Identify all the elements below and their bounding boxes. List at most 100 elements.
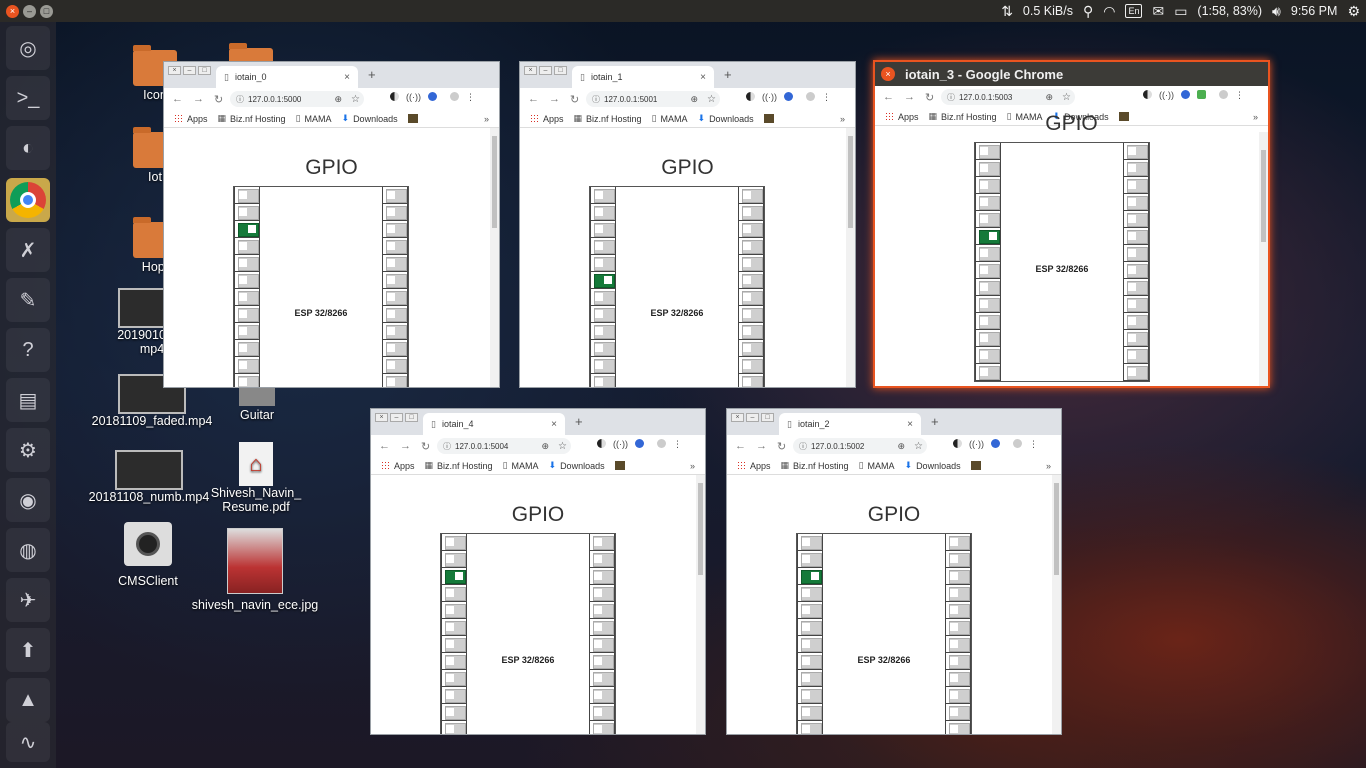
- browser-window[interactable]: × – □ ▯ iotain_4 × + ← → ↻ ⓘ 127.0.0.1:5004 ⊕ ☆ (…: [370, 408, 706, 735]
- gpio-toggle-right-2[interactable]: [383, 221, 407, 238]
- globe-icon[interactable]: [635, 439, 644, 448]
- gpio-toggle-right-2[interactable]: [1124, 177, 1148, 194]
- gpio-toggle-left-10[interactable]: [442, 704, 466, 721]
- minimize-icon[interactable]: –: [390, 413, 403, 422]
- star-icon[interactable]: ☆: [351, 94, 360, 105]
- gpio-toggle-left-8[interactable]: [798, 670, 822, 687]
- menu-icon[interactable]: ⋮: [1029, 439, 1038, 450]
- back-icon[interactable]: ←: [735, 440, 746, 453]
- star-icon[interactable]: ☆: [558, 441, 567, 452]
- desktop-video-file[interactable]: 20181108_numb.mp4: [84, 450, 214, 504]
- gpio-toggle-left-5[interactable]: [442, 619, 466, 636]
- gpio-toggle-right-11[interactable]: [946, 721, 970, 734]
- address-bar[interactable]: ⓘ 127.0.0.1:5000 ⊕ ☆: [230, 91, 364, 107]
- disk-icon[interactable]: ◉: [6, 478, 50, 522]
- gpio-toggle-right-11[interactable]: [383, 374, 407, 387]
- install-icon[interactable]: ✈: [6, 578, 50, 622]
- browser-window[interactable]: × – □ ▯ iotain_1 × + ← → ↻ ⓘ 127.0.0.1:5001 ⊕ ☆ (…: [519, 61, 856, 388]
- minimize-icon[interactable]: –: [746, 413, 759, 422]
- gpio-toggle-right-4[interactable]: [946, 602, 970, 619]
- gpio-toggle-left-5[interactable]: [591, 272, 615, 289]
- settings-icon[interactable]: ⚙: [6, 428, 50, 472]
- gpio-toggle-right-8[interactable]: [383, 323, 407, 340]
- close-icon[interactable]: ×: [881, 67, 895, 81]
- new-tab-button[interactable]: +: [575, 414, 583, 429]
- star-icon[interactable]: ☆: [914, 441, 923, 452]
- gear-icon[interactable]: ⚙: [1347, 0, 1360, 22]
- zoom-icon[interactable]: ⊕: [897, 441, 905, 452]
- gpio-toggle-left-4[interactable]: [235, 255, 259, 272]
- gpio-toggle-left-9[interactable]: [798, 687, 822, 704]
- volume-icon[interactable]: 🔊︎: [1272, 0, 1281, 22]
- gpio-toggle-right-6[interactable]: [739, 289, 763, 306]
- minimize-icon[interactable]: –: [183, 66, 196, 75]
- gpio-toggle-left-6[interactable]: [235, 289, 259, 306]
- gpio-toggle-right-11[interactable]: [1124, 330, 1148, 347]
- gpio-toggle-right-0[interactable]: [590, 534, 614, 551]
- gpio-toggle-right-1[interactable]: [739, 204, 763, 221]
- net-speed[interactable]: 0.5 KiB/s: [1023, 4, 1073, 18]
- profile-icon[interactable]: [657, 439, 666, 448]
- gpio-toggle-right-5[interactable]: [590, 619, 614, 636]
- scrollbar[interactable]: [490, 128, 499, 387]
- browser-window[interactable]: × – □ ▯ iotain_0 × + ← → ↻ ⓘ 127.0.0.1:5000 ⊕ ☆ (…: [163, 61, 500, 388]
- scrollbar[interactable]: [1052, 475, 1061, 734]
- gpio-toggle-right-0[interactable]: [383, 187, 407, 204]
- gpio-toggle-left-10[interactable]: [591, 357, 615, 374]
- gpio-toggle-left-1[interactable]: [591, 204, 615, 221]
- globe-icon[interactable]: [784, 92, 793, 101]
- bookmark-downloads[interactable]: ⬇ Downloads: [905, 460, 961, 471]
- bookmark-mama[interactable]: ▯ MAMA: [652, 113, 688, 124]
- battery-status[interactable]: (1:58, 83%): [1197, 4, 1262, 18]
- contrast-icon[interactable]: [597, 439, 606, 448]
- gpio-toggle-left-10[interactable]: [798, 704, 822, 721]
- gpio-toggle-left-3[interactable]: [591, 238, 615, 255]
- gpio-toggle-left-10[interactable]: [976, 313, 1000, 330]
- keyboard-icon[interactable]: En: [1125, 4, 1143, 18]
- maximize-icon[interactable]: □: [40, 4, 53, 18]
- globe-icon[interactable]: [1181, 90, 1190, 99]
- close-tab-icon[interactable]: ×: [344, 72, 350, 83]
- gpio-toggle-left-0[interactable]: [235, 187, 259, 204]
- gpio-toggle-right-6[interactable]: [590, 636, 614, 653]
- gpio-toggle-left-3[interactable]: [976, 194, 1000, 211]
- bookmark-mama[interactable]: ▯ MAMA: [296, 113, 332, 124]
- bookmark-biz[interactable]: ▦ Biz.nf Hosting: [425, 460, 493, 471]
- help-icon[interactable]: ?: [6, 328, 50, 372]
- gpio-toggle-right-1[interactable]: [1124, 160, 1148, 177]
- gpio-toggle-right-9[interactable]: [1124, 296, 1148, 313]
- gpio-toggle-left-2[interactable]: [591, 221, 615, 238]
- gpio-toggle-right-4[interactable]: [739, 255, 763, 272]
- gpio-toggle-left-3[interactable]: [235, 238, 259, 255]
- gpio-toggle-right-4[interactable]: [1124, 211, 1148, 228]
- gpio-toggle-left-2[interactable]: [798, 568, 822, 585]
- gpio-toggle-left-11[interactable]: [976, 330, 1000, 347]
- browser-tab[interactable]: ▯ iotain_1 ×: [572, 66, 714, 88]
- desktop-app-icon[interactable]: CMSClient: [112, 522, 184, 588]
- gpio-toggle-right-10[interactable]: [739, 357, 763, 374]
- gpio-toggle-right-3[interactable]: [383, 238, 407, 255]
- close-icon[interactable]: ×: [524, 66, 537, 75]
- minimize-icon[interactable]: –: [23, 4, 36, 18]
- gpio-toggle-right-4[interactable]: [590, 602, 614, 619]
- gpio-toggle-right-6[interactable]: [383, 289, 407, 306]
- contrast-icon[interactable]: [390, 92, 399, 101]
- bookmark-mama[interactable]: ▯ MAMA: [503, 460, 539, 471]
- close-tab-icon[interactable]: ×: [700, 72, 706, 83]
- scrollbar[interactable]: [696, 475, 705, 734]
- address-bar[interactable]: ⓘ 127.0.0.1:5003 ⊕ ☆: [941, 89, 1075, 105]
- gpio-toggle-left-2[interactable]: [235, 221, 259, 238]
- bookmark-extra[interactable]: [970, 461, 981, 470]
- contrast-icon[interactable]: [1143, 90, 1152, 99]
- gpio-toggle-right-11[interactable]: [739, 374, 763, 387]
- gpio-toggle-right-8[interactable]: [739, 323, 763, 340]
- maximize-icon[interactable]: □: [554, 66, 567, 75]
- gpio-toggle-left-6[interactable]: [591, 289, 615, 306]
- gpio-toggle-left-10[interactable]: [235, 357, 259, 374]
- gpio-toggle-right-9[interactable]: [590, 687, 614, 704]
- gpio-toggle-left-0[interactable]: [591, 187, 615, 204]
- zoom-icon[interactable]: ⊕: [690, 94, 698, 105]
- gpio-toggle-right-2[interactable]: [590, 568, 614, 585]
- vlc-icon[interactable]: ▲: [6, 678, 50, 722]
- globe-icon[interactable]: [428, 92, 437, 101]
